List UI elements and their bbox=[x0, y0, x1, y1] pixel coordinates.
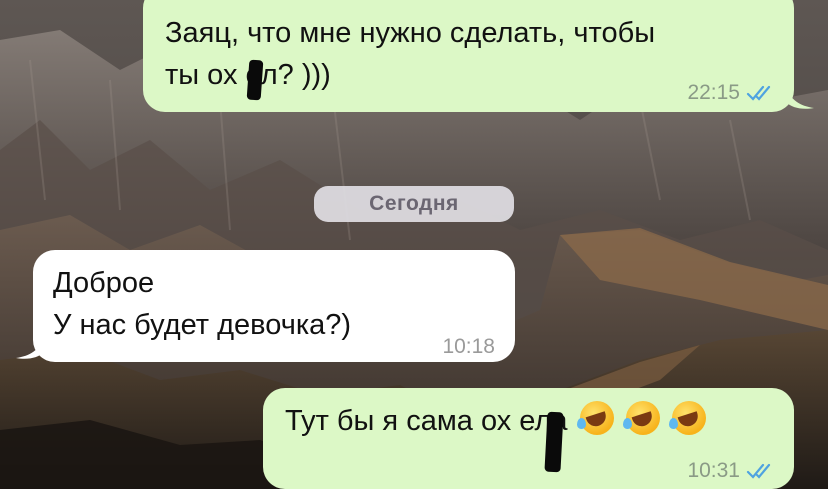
message-time: 10:18 bbox=[442, 335, 495, 358]
bubble-tail bbox=[16, 336, 44, 359]
message-text: Доброе У нас будет девочка?) bbox=[53, 267, 352, 341]
message-text: Заяц, что мне нужно сделать, чтобы ты ох… bbox=[165, 17, 656, 91]
outgoing-message[interactable]: Заяц, что мне нужно сделать, чтобы ты ох… bbox=[143, 0, 794, 112]
date-separator: Сегодня bbox=[314, 186, 514, 222]
message-text: Тут бы я сама ох ела bbox=[285, 405, 568, 437]
bubble-tail bbox=[786, 86, 814, 109]
message-content: Тут бы я сама ох ела bbox=[285, 400, 706, 442]
message-meta: 10:31 bbox=[687, 450, 776, 489]
rolling-on-floor-laughing-emoji bbox=[668, 401, 706, 435]
outgoing-message[interactable]: Тут бы я сама ох ела 10:31 bbox=[263, 388, 794, 489]
rolling-on-floor-laughing-emoji bbox=[622, 401, 660, 435]
censor-mark bbox=[544, 411, 564, 473]
message-time: 22:15 bbox=[687, 81, 740, 104]
message-time: 10:31 bbox=[687, 459, 740, 482]
read-ticks-icon bbox=[746, 85, 771, 101]
message-meta: 22:15 bbox=[687, 72, 776, 114]
censor-mark bbox=[246, 59, 264, 101]
message-meta: 10:18 bbox=[442, 326, 495, 368]
rolling-on-floor-laughing-emoji bbox=[576, 401, 614, 435]
incoming-message[interactable]: Доброе У нас будет девочка?) 10:18 bbox=[33, 250, 515, 362]
read-ticks-icon bbox=[746, 463, 771, 479]
